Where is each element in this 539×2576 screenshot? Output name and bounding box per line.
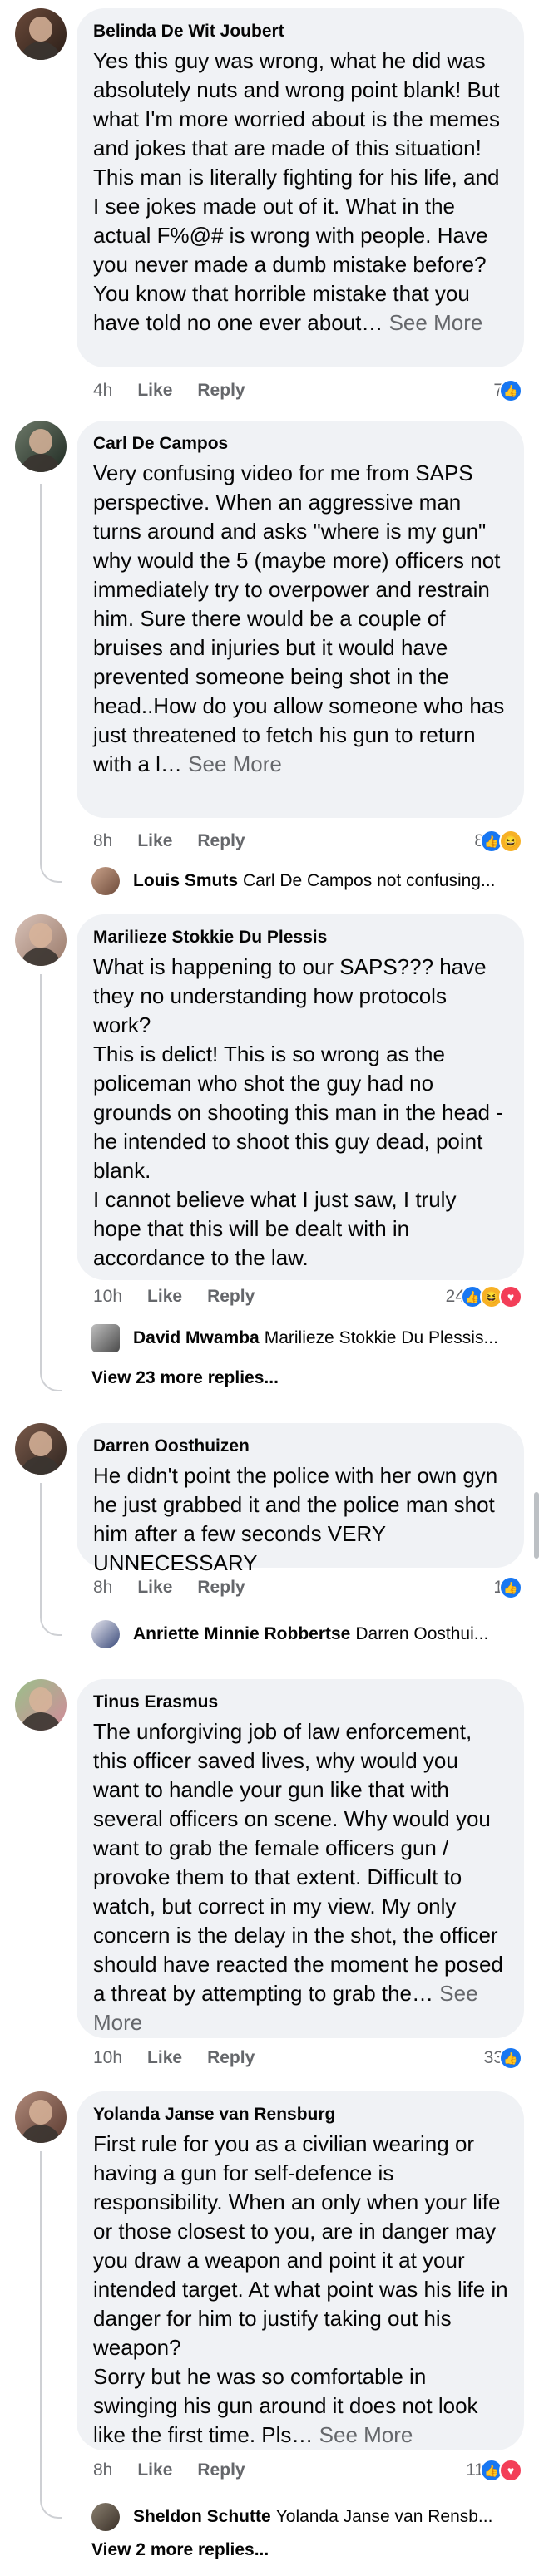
- comment-actions: 8h Like Reply: [93, 2459, 270, 2482]
- reply-preview[interactable]: Louis Smuts Carl De Campos not confusing…: [91, 864, 524, 898]
- reaction-summary[interactable]: 8 👍 😆: [474, 830, 522, 853]
- comment-bubble: Marilieze Stokkie Du Plessis What is hap…: [77, 914, 524, 1280]
- reaction-summary[interactable]: 24 👍 😆 ♥: [446, 1285, 522, 1308]
- reply-author[interactable]: David Mwamba: [133, 1328, 260, 1348]
- comment-bubble: Tinus Erasmus The unforgiving job of law…: [77, 1679, 524, 2038]
- reply-text: Yolanda Janse van Rensb...: [275, 2507, 493, 2526]
- reply-author[interactable]: Louis Smuts: [133, 871, 238, 891]
- comment-timestamp[interactable]: 8h: [93, 1578, 112, 1597]
- like-button[interactable]: Like: [137, 2460, 172, 2480]
- reply-avatar[interactable]: [91, 1324, 120, 1352]
- like-icon: 👍: [499, 1576, 522, 1599]
- reply-preview[interactable]: Sheldon Schutte Yolanda Janse van Rensb.…: [91, 2500, 524, 2534]
- comment-text: He didn't point the police with her own …: [93, 1463, 504, 1575]
- avatar[interactable]: [15, 914, 67, 966]
- view-more-replies-link[interactable]: View 2 more replies...: [91, 2540, 269, 2560]
- comment-text: Yes this guy was wrong, what he did was …: [93, 48, 507, 335]
- reaction-summary[interactable]: 1 👍: [493, 1576, 522, 1599]
- reaction-summary[interactable]: 7 👍: [493, 379, 522, 402]
- comment-timestamp[interactable]: 8h: [93, 2460, 112, 2480]
- thread-connector: [40, 484, 62, 883]
- reply-author[interactable]: Anriette Minnie Robbertse: [133, 1624, 350, 1644]
- like-button[interactable]: Like: [137, 1578, 172, 1597]
- comment-timestamp[interactable]: 4h: [93, 381, 112, 400]
- comment-bubble: Belinda De Wit Joubert Yes this guy was …: [77, 8, 524, 367]
- comment-author[interactable]: Yolanda Janse van Rensburg: [93, 2103, 509, 2126]
- comment-bubble: Carl De Campos Very confusing video for …: [77, 421, 524, 818]
- reply-preview[interactable]: Anriette Minnie Robbertse Darren Oosthui…: [91, 1618, 524, 1651]
- like-button[interactable]: Like: [147, 1287, 182, 1306]
- comment-author[interactable]: Carl De Campos: [93, 432, 509, 456]
- avatar[interactable]: [15, 1423, 67, 1475]
- reply-button[interactable]: Reply: [197, 381, 245, 400]
- comment-actions: 4h Like Reply: [93, 379, 270, 402]
- view-more-replies-link[interactable]: View 23 more replies...: [91, 1368, 279, 1388]
- like-icon: 👍: [499, 2047, 522, 2070]
- comment-text: Very confusing video for me from SAPS pe…: [93, 461, 511, 776]
- comment-timestamp[interactable]: 8h: [93, 831, 112, 850]
- like-button[interactable]: Like: [147, 2048, 182, 2067]
- reply-button[interactable]: Reply: [197, 2460, 245, 2480]
- avatar[interactable]: [15, 8, 67, 60]
- haha-icon: 😆: [499, 830, 522, 853]
- comment-actions: 8h Like Reply: [93, 830, 270, 853]
- see-more-link[interactable]: See More: [389, 310, 483, 335]
- thread-connector: [40, 1483, 62, 1636]
- comment-bubble: Yolanda Janse van Rensburg First rule fo…: [77, 2091, 524, 2450]
- avatar[interactable]: [15, 2091, 67, 2143]
- reply-button[interactable]: Reply: [207, 1287, 255, 1306]
- comment-timestamp[interactable]: 10h: [93, 2048, 122, 2067]
- like-button[interactable]: Like: [137, 831, 172, 850]
- comment-actions: 10h Like Reply: [93, 2047, 279, 2070]
- thread-connector: [40, 974, 62, 1391]
- reply-button[interactable]: Reply: [207, 2048, 255, 2067]
- see-more-link[interactable]: See More: [319, 2422, 413, 2447]
- reply-text: Darren Oosthui...: [355, 1624, 489, 1643]
- avatar[interactable]: [15, 1679, 67, 1731]
- reply-text: Carl De Campos not confusing...: [243, 871, 496, 890]
- like-button[interactable]: Like: [137, 381, 172, 400]
- comment-author[interactable]: Darren Oosthuizen: [93, 1435, 509, 1458]
- comment-text: First rule for you as a civilian wearing…: [93, 2131, 508, 2447]
- see-more-link[interactable]: See More: [188, 751, 282, 776]
- comment-actions: 10h Like Reply: [93, 1285, 279, 1308]
- thread-connector: [40, 2151, 62, 2519]
- scrollbar-thumb[interactable]: [534, 1492, 539, 1559]
- reply-preview[interactable]: David Mwamba Marilieze Stokkie Du Plessi…: [91, 1322, 524, 1355]
- reply-author[interactable]: Sheldon Schutte: [133, 2507, 271, 2527]
- reply-avatar[interactable]: [91, 867, 120, 895]
- reaction-summary[interactable]: 33 👍: [484, 2047, 522, 2070]
- reply-avatar[interactable]: [91, 1620, 120, 1648]
- comment-text: What is happening to our SAPS??? have th…: [93, 954, 503, 1270]
- reply-button[interactable]: Reply: [197, 831, 245, 850]
- comment-actions: 8h Like Reply: [93, 1576, 270, 1599]
- love-icon: ♥: [499, 2459, 522, 2482]
- reply-text: Marilieze Stokkie Du Plessis...: [264, 1328, 498, 1347]
- comment-timestamp[interactable]: 10h: [93, 1287, 122, 1306]
- reply-avatar[interactable]: [91, 2503, 120, 2531]
- reply-button[interactable]: Reply: [197, 1578, 245, 1597]
- like-icon: 👍: [499, 379, 522, 402]
- comment-bubble: Darren Oosthuizen He didn't point the po…: [77, 1423, 524, 1575]
- love-icon: ♥: [499, 1285, 522, 1308]
- comment-author[interactable]: Marilieze Stokkie Du Plessis: [93, 926, 509, 949]
- comment-author[interactable]: Belinda De Wit Joubert: [93, 20, 509, 43]
- avatar[interactable]: [15, 421, 67, 472]
- comment-text: The unforgiving job of law enforcement, …: [93, 1719, 510, 2035]
- reaction-summary[interactable]: 11 👍 ♥: [466, 2459, 522, 2482]
- comment-author[interactable]: Tinus Erasmus: [93, 1691, 509, 1714]
